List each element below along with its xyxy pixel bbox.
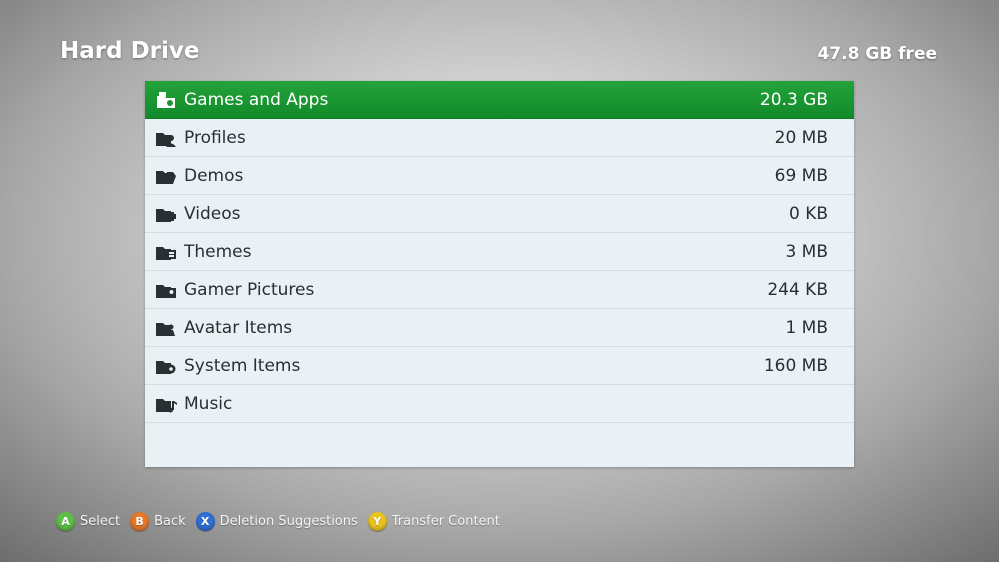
list-item-themes[interactable]: Themes 3 MB (145, 233, 854, 271)
hint-select[interactable]: A Select (56, 512, 120, 531)
list-item-label: Profiles (184, 127, 246, 148)
games-and-apps-icon (155, 90, 177, 110)
demos-icon (155, 166, 177, 186)
list-item-demos[interactable]: Demos 69 MB (145, 157, 854, 195)
list-item-music[interactable]: Music (145, 385, 854, 423)
list-item-videos[interactable]: Videos 0 KB (145, 195, 854, 233)
gamer-pictures-icon (155, 280, 177, 300)
button-hints-bar: A Select B Back X Deletion Suggestions Y… (56, 512, 510, 531)
storage-list: Games and Apps 20.3 GB Profiles 20 MB De… (145, 81, 854, 467)
videos-icon (155, 204, 177, 224)
list-item-label: Music (184, 393, 233, 414)
music-icon (155, 394, 177, 414)
x-button-icon: X (195, 512, 215, 531)
hint-back-label: Back (154, 514, 186, 529)
hint-back[interactable]: B Back (130, 512, 186, 531)
list-item-system-items[interactable]: System Items 160 MB (145, 347, 854, 385)
hint-transfer-content[interactable]: Y Transfer Content (367, 512, 500, 531)
list-item-label: Themes (184, 241, 252, 262)
list-item-size: 0 KB (788, 203, 828, 224)
list-item-label: Demos (184, 165, 244, 186)
themes-icon (155, 242, 177, 262)
hint-transfer-content-label: Transfer Content (391, 514, 500, 529)
list-item-label: Videos (184, 203, 241, 224)
y-button-icon: Y (367, 512, 387, 531)
profiles-icon (155, 128, 177, 148)
list-item-size: 20.3 GB (759, 89, 828, 110)
system-items-icon (155, 356, 177, 376)
list-item-size: 69 MB (774, 165, 828, 186)
hint-deletion-suggestions[interactable]: X Deletion Suggestions (195, 512, 358, 531)
list-item-size: 160 MB (763, 355, 828, 376)
list-item-size: 1 MB (785, 317, 828, 338)
avatar-items-icon (155, 318, 177, 338)
free-space-label: 47.8 GB free (817, 44, 937, 64)
list-item-size: 3 MB (785, 241, 828, 262)
list-item-gamer-pictures[interactable]: Gamer Pictures 244 KB (145, 271, 854, 309)
hint-select-label: Select (80, 514, 121, 529)
list-item-label: Games and Apps (184, 89, 329, 110)
list-item-label: Gamer Pictures (184, 279, 315, 300)
header-title: Hard Drive (60, 38, 200, 64)
list-item-label: Avatar Items (184, 317, 293, 338)
list-item-avatar-items[interactable]: Avatar Items 1 MB (145, 309, 854, 347)
list-item-size: 20 MB (774, 127, 828, 148)
list-item-games-and-apps[interactable]: Games and Apps 20.3 GB (145, 81, 854, 119)
list-item-size: 244 KB (767, 279, 828, 300)
a-button-icon: A (56, 512, 75, 531)
list-item-profiles[interactable]: Profiles 20 MB (145, 119, 854, 157)
b-button-icon: B (130, 512, 150, 531)
list-item-label: System Items (184, 355, 301, 376)
hint-deletion-suggestions-label: Deletion Suggestions (219, 514, 358, 529)
